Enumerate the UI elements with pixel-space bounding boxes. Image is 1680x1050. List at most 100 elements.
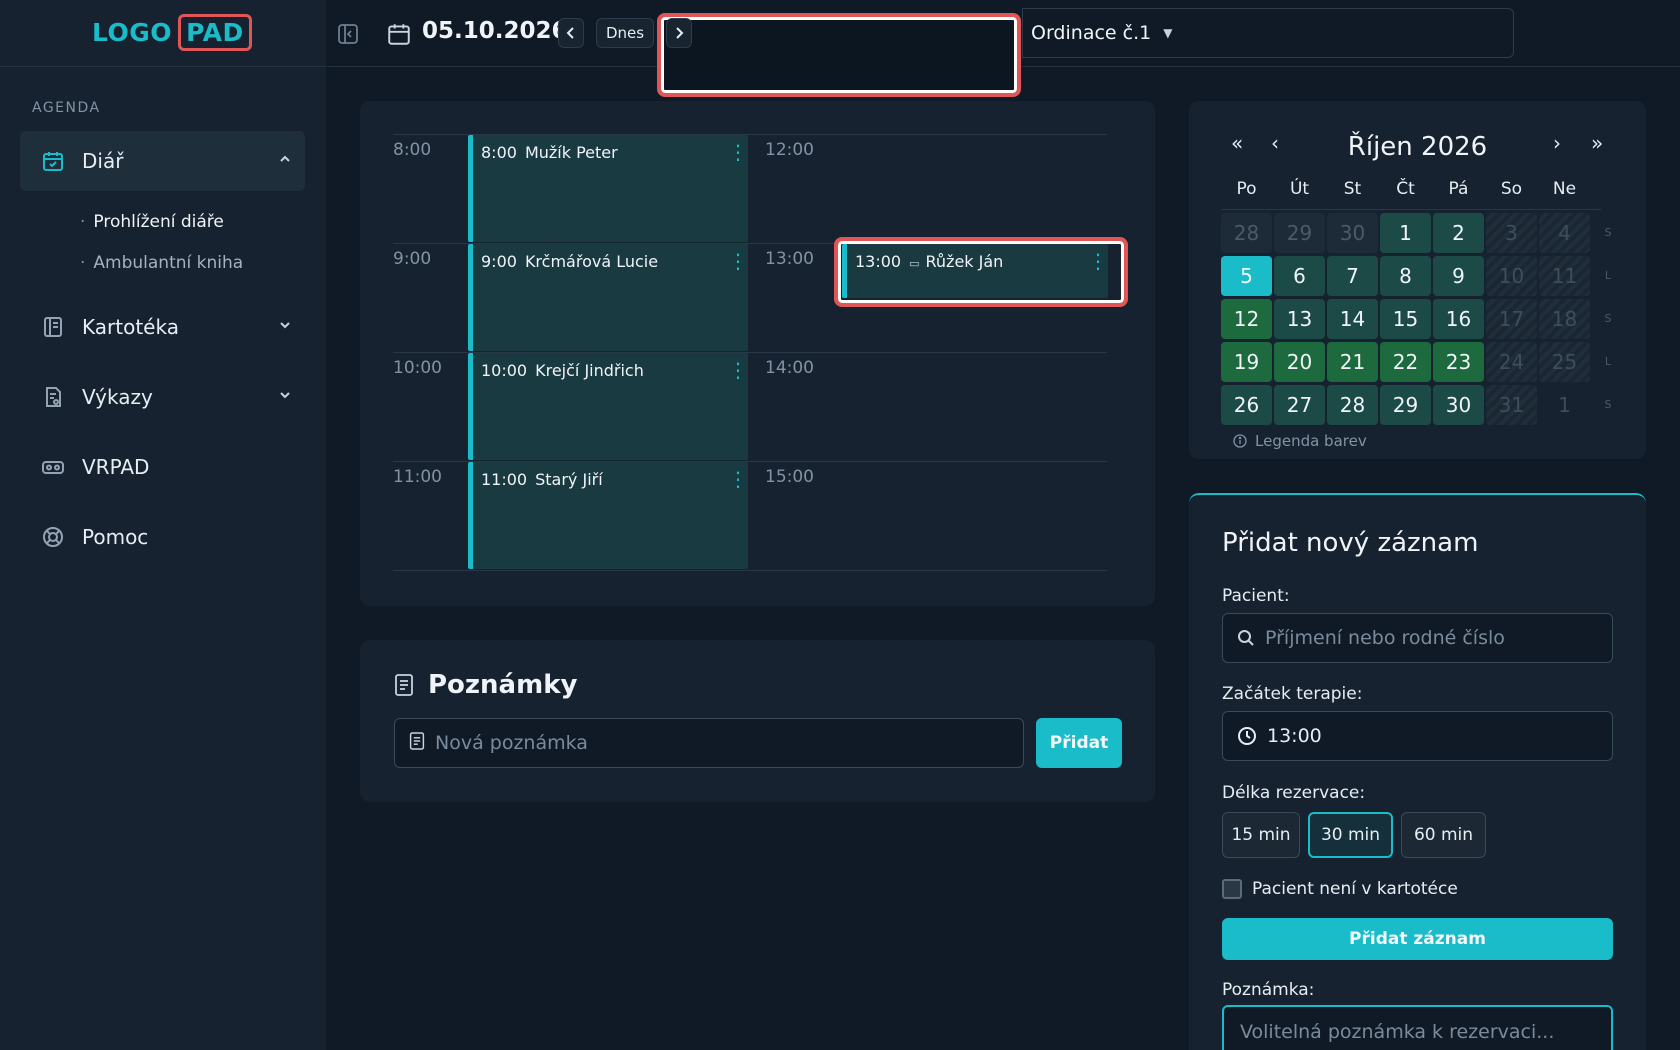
sidebar-item-kartoteka[interactable]: Kartotéka — [20, 297, 305, 357]
add-note-button[interactable]: Přidat — [1036, 718, 1122, 768]
calendar-day[interactable]: 29 — [1274, 213, 1325, 253]
patient-label: Pacient: — [1222, 586, 1290, 606]
search-icon — [1238, 630, 1254, 646]
chevron-right-icon — [676, 27, 684, 39]
sidebar-subitem-prohlizeni-diare[interactable]: · Prohlížení diáře — [80, 212, 224, 232]
next-month-button[interactable]: › — [1553, 131, 1561, 155]
notes-title: Poznámky — [394, 670, 577, 700]
appointment-time: 13:00 — [855, 252, 902, 271]
appointment-card[interactable]: 8:00 Mužík Peter ⋮ — [468, 135, 748, 242]
calendar-day[interactable]: 2 — [1433, 213, 1484, 253]
not-in-registry-checkbox[interactable]: Pacient není v kartotéce — [1222, 879, 1458, 899]
sidebar-item-label: VRPAD — [82, 455, 150, 479]
start-time-field[interactable] — [1222, 711, 1613, 761]
calendar-day[interactable]: 14 — [1327, 299, 1378, 339]
chevron-up-icon[interactable] — [265, 152, 305, 170]
sidebar-item-diar[interactable]: Diář — [20, 131, 305, 191]
last-month-button[interactable]: » — [1591, 131, 1603, 155]
calendar-day[interactable]: 28 — [1327, 385, 1378, 425]
chevron-down-icon[interactable] — [265, 388, 305, 406]
duration-30-button[interactable]: 30 min — [1308, 812, 1393, 858]
appointment-card[interactable]: 10:00 Krejčí Jindřich ⋮ — [468, 353, 748, 460]
calendar-day[interactable]: 15 — [1380, 299, 1431, 339]
calendar-day[interactable]: 31 — [1486, 385, 1537, 425]
calendar-day[interactable]: 19 — [1221, 342, 1272, 382]
current-date[interactable]: 05.10.2026 — [422, 18, 568, 44]
duration-60-button[interactable]: 60 min — [1401, 812, 1486, 858]
calendar-day[interactable]: 26 — [1221, 385, 1272, 425]
calendar-day[interactable]: 3 — [1486, 213, 1537, 253]
appointment-card[interactable]: 13:00 ▭ Růžek Ján ⋮ — [842, 244, 1108, 298]
patient-search-input[interactable] — [1265, 627, 1595, 649]
patient-field[interactable] — [1222, 613, 1613, 663]
calendar-day[interactable]: 27 — [1274, 385, 1325, 425]
kebab-menu-icon[interactable]: ⋮ — [728, 360, 748, 380]
calendar-day[interactable]: 24 — [1486, 342, 1537, 382]
sidebar-item-vykazy[interactable]: Výkazy — [20, 367, 305, 427]
calendar-day[interactable]: 30 — [1433, 385, 1484, 425]
color-legend-link[interactable]: Legenda barev — [1233, 432, 1367, 450]
calendar-day[interactable]: 17 — [1486, 299, 1537, 339]
calendar-day[interactable]: 8 — [1380, 256, 1431, 296]
reservation-note-field[interactable] — [1222, 1005, 1613, 1050]
kebab-menu-icon[interactable]: ⋮ — [728, 469, 748, 489]
hour-label: 14:00 — [765, 358, 814, 378]
add-entry-button[interactable]: Přidat záznam — [1222, 918, 1613, 960]
previous-day-button[interactable] — [558, 18, 584, 48]
checkbox-box[interactable] — [1222, 879, 1242, 899]
appointment-card[interactable]: 9:00 Krčmářová Lucie ⋮ — [468, 244, 748, 351]
calendar-icon[interactable] — [386, 21, 412, 47]
next-day-button[interactable] — [666, 18, 692, 48]
appointment-text: 11:00 Starý Jiří — [481, 470, 603, 489]
kebab-menu-icon[interactable]: ⋮ — [728, 142, 748, 162]
calendar-day[interactable]: 11 — [1539, 256, 1590, 296]
comment-icon: ▭ — [909, 257, 920, 270]
calendar-day[interactable]: 12 — [1221, 299, 1272, 339]
calendar-day[interactable]: 9 — [1433, 256, 1484, 296]
calendar-day[interactable]: 16 — [1433, 299, 1484, 339]
sidebar-item-vrpad[interactable]: VRPAD — [20, 437, 305, 497]
calendar-day[interactable]: 1 — [1380, 213, 1431, 253]
hour-label: 15:00 — [765, 467, 814, 487]
calendar-day[interactable]: 29 — [1380, 385, 1431, 425]
sidebar-item-pomoc[interactable]: Pomoc — [20, 507, 305, 567]
reservation-note-input[interactable] — [1240, 1021, 1595, 1050]
logo[interactable]: LOGO PAD — [92, 14, 252, 51]
calendar-check-icon — [40, 148, 66, 174]
kebab-menu-icon[interactable]: ⋮ — [728, 251, 748, 271]
calendar-day[interactable]: 25 — [1539, 342, 1590, 382]
new-note-input[interactable] — [435, 732, 995, 754]
report-icon — [40, 384, 66, 410]
today-button[interactable]: Dnes — [596, 18, 654, 48]
office-select-value: Ordinace č.1 — [1031, 22, 1152, 44]
start-time-input[interactable] — [1267, 725, 1597, 747]
sidebar-item-label: Diář — [82, 149, 124, 173]
calendar-day[interactable]: 10 — [1486, 256, 1537, 296]
weekday-header: Ne — [1552, 179, 1577, 199]
appointment-patient: Krejčí Jindřich — [535, 361, 644, 380]
sidebar-collapse-icon[interactable] — [336, 22, 360, 46]
sidebar-subitem-ambulantni-kniha[interactable]: · Ambulantní kniha — [80, 253, 243, 273]
calendar-day[interactable]: 18 — [1539, 299, 1590, 339]
new-note-field[interactable] — [394, 718, 1024, 768]
calendar-day[interactable]: 21 — [1327, 342, 1378, 382]
sidebar-item-label: Výkazy — [82, 385, 153, 409]
kebab-menu-icon[interactable]: ⋮ — [1088, 251, 1108, 271]
calendar-day[interactable]: 6 — [1274, 256, 1325, 296]
weekday-header: So — [1500, 179, 1523, 199]
calendar-day[interactable]: 23 — [1433, 342, 1484, 382]
calendar-day[interactable]: 22 — [1380, 342, 1431, 382]
calendar-day[interactable]: 28 — [1221, 213, 1272, 253]
calendar-day[interactable]: 1 — [1539, 385, 1590, 425]
duration-15-button[interactable]: 15 min — [1222, 812, 1300, 858]
calendar-day[interactable]: 5 — [1221, 256, 1272, 296]
week-parity-label: S — [1604, 398, 1612, 411]
chevron-down-icon[interactable] — [265, 318, 305, 336]
office-select[interactable]: Ordinace č.1 ▼ — [1022, 8, 1514, 58]
calendar-day[interactable]: 13 — [1274, 299, 1325, 339]
calendar-day[interactable]: 4 — [1539, 213, 1590, 253]
calendar-day[interactable]: 30 — [1327, 213, 1378, 253]
appointment-card[interactable]: 11:00 Starý Jiří ⋮ — [468, 462, 748, 569]
calendar-day[interactable]: 7 — [1327, 256, 1378, 296]
calendar-day[interactable]: 20 — [1274, 342, 1325, 382]
